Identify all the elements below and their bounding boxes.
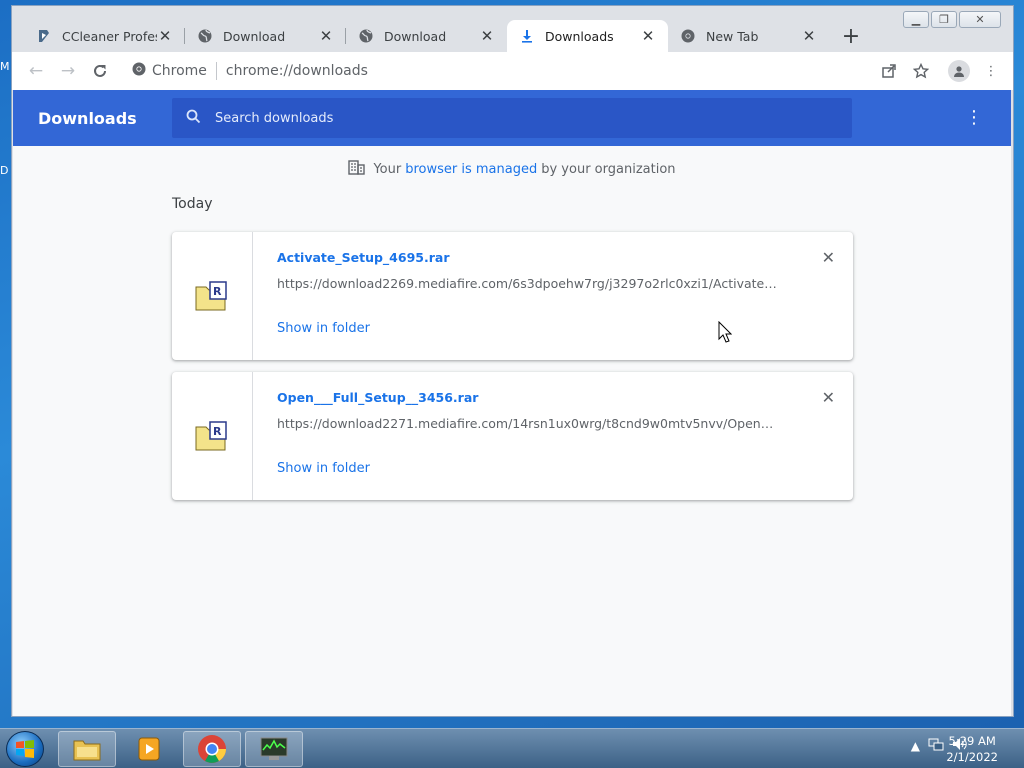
building-icon	[348, 160, 366, 179]
taskbar-task-manager[interactable]	[245, 731, 303, 767]
download-item: R Open___Full_Setup__3456.rar https://do…	[172, 372, 853, 500]
source-url-link[interactable]: https://download2271.mediafire.com/14rsn…	[277, 416, 777, 431]
show-in-folder-link[interactable]: Show in folder	[277, 461, 370, 476]
monitor-icon	[260, 737, 288, 760]
share-icon[interactable]	[873, 55, 905, 87]
tab-title: CCleaner Professio	[62, 28, 157, 44]
network-icon[interactable]	[928, 737, 944, 754]
chrome-icon	[198, 735, 226, 763]
remove-download-icon[interactable]: ✕	[822, 388, 835, 407]
file-name-link[interactable]: Activate_Setup_4695.rar	[277, 250, 829, 265]
tab-download-1[interactable]: Download ✕	[185, 20, 346, 52]
ccleaner-icon	[36, 28, 52, 44]
close-tab-icon[interactable]: ✕	[801, 27, 817, 45]
media-player-icon	[138, 737, 160, 761]
remove-download-icon[interactable]: ✕	[822, 248, 835, 267]
tab-ccleaner[interactable]: CCleaner Professio ✕	[24, 20, 185, 52]
new-tab-button[interactable]: +	[835, 20, 867, 52]
desktop-label-fragment: M	[0, 60, 10, 73]
more-options-icon[interactable]: ⋮	[965, 106, 983, 130]
page-title: Downloads	[38, 108, 137, 128]
show-in-folder-link[interactable]: Show in folder	[277, 321, 370, 336]
chrome-icon	[680, 28, 696, 44]
svg-text:R: R	[213, 425, 222, 438]
clock-time: 5:29 AM	[948, 734, 996, 748]
tab-new-tab[interactable]: New Tab ✕	[668, 20, 829, 52]
taskbar-explorer[interactable]	[58, 731, 116, 767]
tab-downloads[interactable]: Downloads ✕	[507, 20, 668, 52]
tab-title: Download	[223, 28, 286, 44]
close-tab-icon[interactable]: ✕	[157, 27, 173, 45]
clock-date: 2/1/2022	[946, 750, 998, 764]
download-item: R Activate_Setup_4695.rar https://downlo…	[172, 232, 853, 360]
svg-text:R: R	[213, 285, 222, 298]
search-icon	[186, 109, 201, 128]
bookmark-star-icon[interactable]	[905, 55, 937, 87]
address-bar[interactable]: Chrome chrome://downloads	[122, 56, 867, 86]
download-icon	[519, 28, 535, 44]
date-section-label: Today	[172, 196, 213, 212]
downloads-page: Downloads Search downloads ⋮ Your browse…	[13, 90, 1011, 716]
window-close-button[interactable]: ✕	[959, 11, 1001, 28]
desktop-label-fragment: D	[0, 164, 9, 177]
globe-icon	[197, 28, 213, 44]
start-button[interactable]	[6, 731, 44, 767]
rar-file-icon: R	[172, 232, 253, 360]
mouse-pointer-icon	[718, 320, 733, 347]
tab-strip: CCleaner Professio ✕ Download ✕ Download…	[24, 20, 867, 52]
managed-link[interactable]: browser is managed	[405, 162, 537, 177]
close-tab-icon[interactable]: ✕	[640, 27, 656, 45]
tab-title: New Tab	[706, 28, 759, 44]
minimize-button[interactable]: ▁	[903, 11, 929, 28]
file-name-link[interactable]: Open___Full_Setup__3456.rar	[277, 390, 829, 405]
tab-download-2[interactable]: Download ✕	[346, 20, 507, 52]
show-hidden-icons-icon[interactable]: ▲	[911, 739, 920, 753]
site-chip: Chrome	[152, 63, 207, 79]
back-arrow-icon[interactable]: ←	[20, 55, 52, 87]
taskbar-media-player[interactable]	[120, 731, 178, 767]
system-clock[interactable]: 5:29 AM 2/1/2022	[946, 733, 998, 765]
windows-logo-icon	[16, 740, 34, 758]
source-url-link[interactable]: https://download2269.mediafire.com/6s3dp…	[277, 276, 777, 291]
restore-button[interactable]: ❐	[931, 11, 957, 28]
taskbar-chrome[interactable]	[183, 731, 241, 767]
forward-arrow-icon[interactable]: →	[52, 55, 84, 87]
reload-icon[interactable]	[84, 55, 116, 87]
browser-menu-icon[interactable]: ⋮	[975, 55, 1007, 87]
chrome-icon	[132, 62, 146, 80]
managed-prefix: Your	[373, 162, 402, 177]
downloads-header: Downloads Search downloads ⋮	[13, 90, 1011, 146]
profile-avatar[interactable]	[943, 55, 975, 87]
globe-icon	[358, 28, 374, 44]
folder-icon	[73, 740, 101, 761]
managed-notice: Your browser is managed by your organiza…	[13, 160, 1011, 179]
close-tab-icon[interactable]: ✕	[479, 27, 495, 45]
managed-suffix: by your organization	[541, 162, 676, 177]
rar-file-icon: R	[172, 372, 253, 500]
browser-toolbar: ← → Chrome chrome://downloads ⋮	[12, 52, 1013, 90]
search-placeholder: Search downloads	[215, 110, 334, 126]
tab-title: Download	[384, 28, 447, 44]
search-downloads-input[interactable]: Search downloads	[172, 98, 852, 138]
tab-title: Downloads	[545, 28, 614, 44]
taskbar: ▲ 5:29 AM 2/1/2022	[0, 728, 1024, 768]
window-controls: ▁ ❐ ✕	[903, 11, 1001, 28]
browser-window: ▁ ❐ ✕ CCleaner Professio ✕ Download ✕ Do…	[11, 5, 1014, 717]
url-text: chrome://downloads	[225, 63, 368, 79]
close-tab-icon[interactable]: ✕	[318, 27, 334, 45]
